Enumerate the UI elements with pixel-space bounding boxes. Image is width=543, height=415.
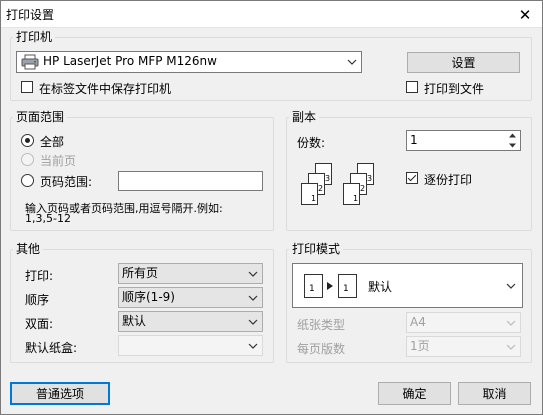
cancel-button[interactable]: 取消 [458,382,531,405]
chevron-down-icon [248,319,258,325]
cancel-button-label: 取消 [482,387,507,401]
chevron-down-icon [506,344,516,350]
copies-count-label: 份数: [297,136,326,150]
range-current-page-label: 当前页 [40,154,77,168]
range-current-page-radio[interactable] [21,153,34,166]
copies-count-input[interactable]: 1 [406,130,521,151]
collate-checkbox[interactable] [406,172,418,184]
pages-per-sheet-label: 每页版数 [297,342,346,356]
ok-button[interactable]: 确定 [378,382,451,405]
svg-text:1: 1 [353,194,358,203]
chevron-down-icon [506,320,516,326]
printer-select[interactable]: HP LaserJet Pro MFP M126nw [16,51,362,73]
pages-per-sheet-select[interactable]: 1页 [406,336,521,357]
duplex-label: 双面: [25,317,54,331]
title-bar: 打印设置 ✕ [1,1,542,28]
collate-illustration-icon: 3 2 1 3 2 1 [297,161,379,213]
chevron-down-icon [347,59,357,65]
general-options-button-label: 普通选项 [35,387,84,401]
print-mode-page-b: 1 [338,274,357,298]
save-printer-label: 在标签文件中保存打印机 [39,82,172,96]
spin-up-icon [509,133,516,138]
paper-type-value: A4 [410,315,426,329]
print-pages-value: 所有页 [122,266,159,280]
page-range-group-label: 页面范围 [13,110,68,124]
spin-down-icon [509,143,516,148]
general-options-button[interactable]: 普通选项 [10,382,110,405]
ok-button-label: 确定 [402,387,427,401]
printer-select-value: HP LaserJet Pro MFP M126nw [43,54,217,68]
page-range-hint-line2: 1,3,5-12 [25,212,71,225]
chevron-down-icon [248,343,258,349]
print-pages-select[interactable]: 所有页 [118,263,263,284]
copies-count-value: 1 [410,133,418,147]
close-button[interactable]: ✕ [508,1,542,28]
order-label: 顺序 [25,293,50,307]
print-to-file-checkbox[interactable] [406,81,418,93]
collate-label: 逐份打印 [424,173,473,187]
print-mode-group-label: 打印模式 [289,242,344,256]
order-value: 顺序(1-9) [122,290,175,304]
chevron-down-icon [248,295,258,301]
svg-text:3: 3 [367,174,372,183]
copies-group-label: 副本 [289,110,320,124]
svg-text:3: 3 [325,174,330,183]
range-pages-label: 页码范围: [40,175,93,189]
print-mode-page-a: 1 [304,274,323,298]
svg-text:1: 1 [311,194,316,203]
paper-type-label: 纸张类型 [297,318,346,332]
range-all-label: 全部 [40,135,65,149]
default-tray-select[interactable] [118,335,263,356]
range-pages-radio[interactable] [21,174,34,187]
printer-icon [21,54,39,70]
paper-type-select[interactable]: A4 [406,312,521,333]
print-mode-page-b-number: 1 [343,284,349,294]
order-select[interactable]: 顺序(1-9) [118,287,263,308]
printer-group-label: 打印机 [13,30,56,44]
page-range-input[interactable] [118,171,263,191]
print-mode-select[interactable]: 1 1 默认 [292,263,523,308]
range-all-radio[interactable] [21,134,34,147]
copies-increment-button[interactable] [505,131,520,140]
print-settings-dialog: 打印设置 ✕ 打印机 HP LaserJet Pro MFP M126nw 设置… [0,0,543,415]
chevron-down-icon [248,271,258,277]
svg-text:2: 2 [318,184,323,193]
print-mode-page-a-number: 1 [309,284,315,294]
svg-text:2: 2 [360,184,365,193]
duplex-select[interactable]: 默认 [118,311,263,332]
chevron-down-icon [506,283,516,289]
print-to-file-label: 打印到文件 [424,82,485,96]
copies-decrement-button[interactable] [505,141,520,150]
duplex-value: 默认 [122,314,147,328]
print-pages-label: 打印: [25,269,54,283]
arrow-right-icon [327,282,333,290]
printer-settings-button-label: 设置 [451,56,476,70]
default-tray-label: 默认纸盒: [25,341,78,355]
print-mode-value: 默认 [368,280,393,294]
printer-settings-button[interactable]: 设置 [407,52,520,73]
pages-per-sheet-value: 1页 [410,339,430,353]
window-title: 打印设置 [6,8,55,22]
close-icon: ✕ [518,5,532,24]
save-printer-checkbox[interactable] [21,81,33,93]
other-group-label: 其他 [13,242,44,256]
